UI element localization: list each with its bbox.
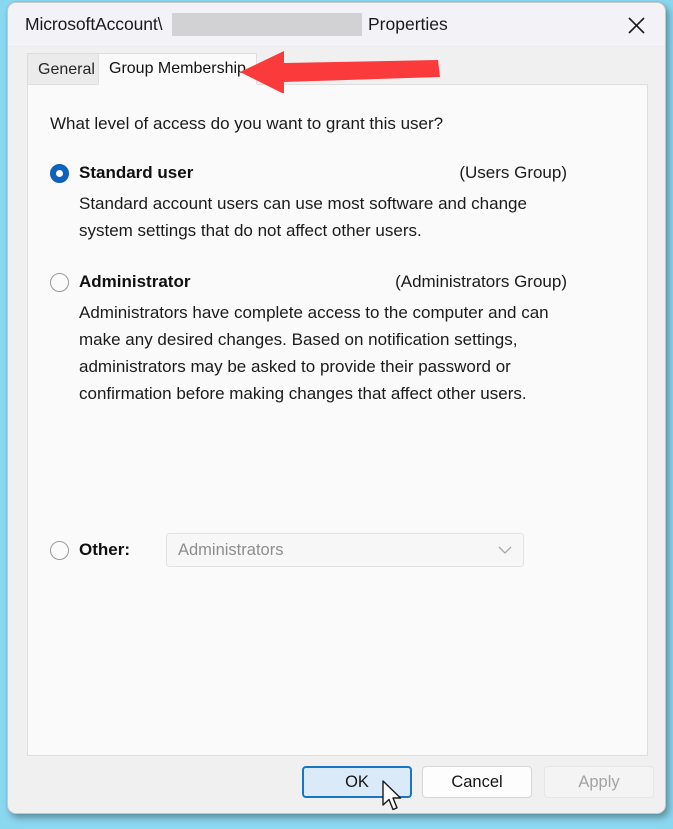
window-title-redacted-block	[172, 13, 362, 36]
tab-group-membership-label: Group Membership	[109, 60, 246, 78]
tab-general[interactable]: General	[27, 53, 106, 85]
other-group-combobox[interactable]: Administrators	[166, 533, 524, 567]
apply-button-label: Apply	[578, 773, 619, 792]
cancel-button-label: Cancel	[451, 773, 502, 792]
radio-standard-user-label: Standard user	[79, 163, 193, 183]
close-icon	[627, 16, 646, 35]
tab-group-membership[interactable]: Group Membership	[98, 53, 257, 85]
radio-other-label: Other:	[79, 540, 130, 560]
ok-button[interactable]: OK	[302, 766, 412, 798]
standard-user-description: Standard account users can use most soft…	[79, 190, 567, 244]
properties-dialog: MicrosoftAccount\ Properties General Gro…	[7, 2, 666, 814]
window-title-prefix: MicrosoftAccount\	[25, 14, 162, 35]
cancel-button[interactable]: Cancel	[422, 766, 532, 798]
tab-general-label: General	[38, 61, 95, 79]
ok-button-label: OK	[345, 773, 369, 792]
standard-user-group-name: (Users Group)	[408, 163, 567, 183]
dialog-button-bar: OK Cancel Apply	[8, 755, 665, 813]
other-group-combobox-value: Administrators	[178, 541, 498, 560]
tab-content-panel: What level of access do you want to gran…	[27, 84, 648, 756]
radio-standard-user-indicator[interactable]	[50, 164, 69, 183]
close-button[interactable]	[613, 5, 659, 45]
window-title-suffix: Properties	[368, 14, 448, 35]
radio-administrator-indicator[interactable]	[50, 273, 69, 292]
chevron-down-icon	[498, 546, 512, 555]
desktop-background: MicrosoftAccount\ Properties General Gro…	[0, 0, 673, 829]
administrator-group-name: (Administrators Group)	[328, 272, 567, 292]
access-level-question: What level of access do you want to gran…	[50, 114, 443, 134]
radio-administrator-label: Administrator	[79, 272, 190, 292]
apply-button: Apply	[544, 766, 654, 798]
title-bar: MicrosoftAccount\ Properties	[8, 3, 665, 47]
tab-strip: General Group Membership	[8, 47, 665, 85]
radio-other-indicator[interactable]	[50, 541, 69, 560]
administrator-description: Administrators have complete access to t…	[79, 299, 567, 407]
